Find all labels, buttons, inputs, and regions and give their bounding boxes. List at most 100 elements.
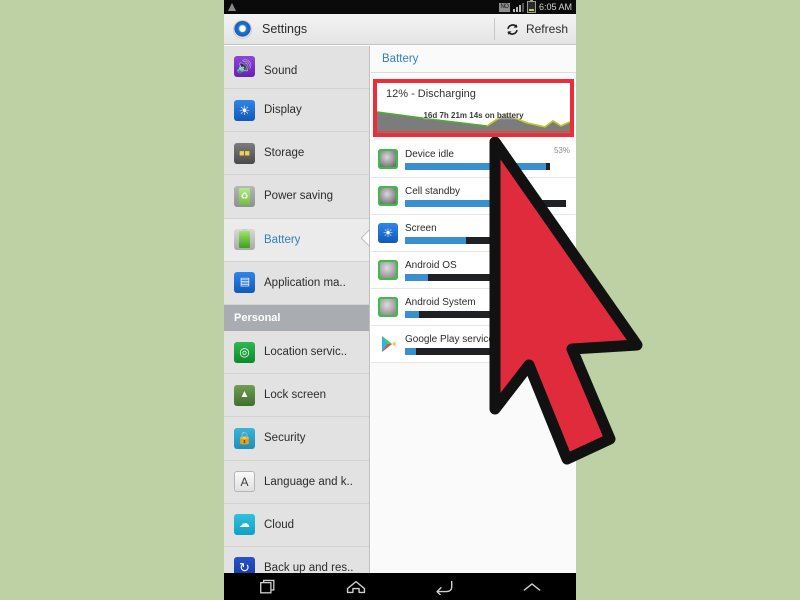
usage-body: Android System <box>405 297 566 318</box>
home-button[interactable] <box>334 576 378 598</box>
refresh-icon <box>507 23 518 35</box>
signal-bars-icon <box>512 2 524 12</box>
usage-body: Screen <box>405 223 566 244</box>
sidebar-section-personal: Personal <box>224 304 369 331</box>
usage-bar <box>405 199 566 207</box>
back-icon <box>436 580 453 595</box>
brightness-icon: ☀ <box>234 99 255 121</box>
sidebar-item-security[interactable]: 🔒 Security <box>224 417 369 461</box>
list-item[interactable]: Android System <box>371 289 576 326</box>
sidebar-item-label: Storage <box>264 147 305 160</box>
action-bar: Settings Refresh <box>224 14 576 45</box>
usage-body: Cell standby <box>405 186 566 207</box>
up-button[interactable] <box>510 576 554 598</box>
status-bar-left <box>224 3 499 11</box>
list-item[interactable]: Google Play services <box>371 326 576 363</box>
usage-name: Google Play services <box>405 333 499 345</box>
sidebar-item-language-and-keyboard[interactable]: A Language and k.. <box>224 461 369 504</box>
sidebar-item-label: Application ma.. <box>264 276 346 289</box>
sidebar-item-application-manager[interactable]: ▤ Application ma.. <box>224 262 369 305</box>
android-power-icon <box>378 149 398 169</box>
red-highlight-box <box>373 79 574 137</box>
settings-sidebar[interactable]: 🔊 Sound ☀ Display ■■ Storage ♻ Power sav… <box>224 46 370 573</box>
refresh-button[interactable]: Refresh <box>493 18 568 40</box>
status-bar: NO 6:05 AM <box>224 0 576 14</box>
sidebar-item-storage[interactable]: ■■ Storage <box>224 132 369 176</box>
sidebar-item-cloud[interactable]: ☁ Cloud <box>224 504 369 547</box>
list-item[interactable]: ☀ Screen <box>371 215 576 252</box>
list-item[interactable]: Device idle 53% <box>371 141 576 178</box>
usage-percent: 53% <box>553 146 570 155</box>
letter-a-icon: A <box>234 471 255 493</box>
usage-body: Device idle <box>405 149 550 170</box>
detail-header-label: Battery <box>382 53 419 65</box>
usage-bar <box>405 273 566 281</box>
sidebar-item-label: Security <box>264 432 306 445</box>
sidebar-item-label: Display <box>264 104 302 117</box>
lock-screen-icon: ▲ <box>234 384 255 406</box>
sidebar-item-lock-screen[interactable]: ▲ Lock screen <box>224 374 369 418</box>
no-sim-icon: NO <box>498 2 510 12</box>
usage-body: Google Play services <box>405 334 566 355</box>
page-title: Settings <box>262 22 308 36</box>
padlock-icon: 🔒 <box>234 427 255 449</box>
location-target-icon: ◎ <box>234 341 255 363</box>
recents-button[interactable] <box>246 576 290 598</box>
sidebar-item-location-services[interactable]: ◎ Location servic.. <box>224 331 369 375</box>
selection-indicator <box>361 229 369 251</box>
warning-triangle-icon <box>228 3 236 11</box>
settings-gear-icon <box>233 19 252 39</box>
chevron-up-icon <box>523 582 541 591</box>
sidebar-item-label: Language and k.. <box>264 475 353 488</box>
detail-header: Battery <box>371 46 576 73</box>
cloud-icon: ☁ <box>234 514 255 536</box>
usage-bar <box>405 236 566 244</box>
apps-grid-icon: ▤ <box>234 272 255 294</box>
sidebar-item-label: Battery <box>264 233 301 246</box>
phone-screen: NO 6:05 AM Settings Refresh 🔊 Sound ☀ Di… <box>224 0 576 600</box>
sd-card-icon: ■■ <box>234 142 255 164</box>
battery-icon <box>234 229 255 251</box>
usage-name: Screen <box>405 222 437 234</box>
usage-name: Android OS <box>405 259 457 271</box>
sidebar-item-battery[interactable]: Battery <box>224 218 369 262</box>
usage-bar <box>405 162 550 170</box>
sidebar-item-label: Sound <box>264 65 298 77</box>
status-bar-clock: 6:05 AM <box>538 2 572 12</box>
usage-bar <box>405 347 566 355</box>
speaker-icon: 🔊 <box>234 56 255 77</box>
sidebar-item-label: Back up and res.. <box>264 561 354 573</box>
android-signal-icon <box>378 186 398 206</box>
usage-name: Cell standby <box>405 185 461 197</box>
sidebar-item-display[interactable]: ☀ Display <box>224 89 369 133</box>
sidebar-item-label: Cloud <box>264 518 295 531</box>
recents-icon <box>260 579 275 593</box>
battery-detail-panel: Battery 12% - Discharging 16d 7h 21m 14s… <box>371 46 576 573</box>
usage-bar <box>405 310 566 318</box>
sidebar-item-label: Location servic.. <box>264 346 348 359</box>
sidebar-item-label: Lock screen <box>264 389 327 402</box>
power-saving-battery-icon: ♻ <box>234 185 255 207</box>
android-icon <box>378 297 398 317</box>
battery-icon <box>526 0 536 13</box>
refresh-label: Refresh <box>525 22 568 36</box>
sidebar-item-sound[interactable]: 🔊 Sound <box>224 46 369 89</box>
status-bar-right: NO 6:05 AM <box>498 0 576 13</box>
battery-usage-list: Device idle 53% Cell standby ☀ Screen An… <box>371 141 576 573</box>
navigation-bar <box>224 573 576 600</box>
android-icon <box>378 260 398 280</box>
sidebar-item-power-saving[interactable]: ♻ Power saving <box>224 175 369 219</box>
list-item[interactable]: Cell standby <box>371 178 576 215</box>
sidebar-section-label: Personal <box>234 311 281 324</box>
sidebar-item-backup-and-reset[interactable]: ↻ Back up and res.. <box>224 547 369 573</box>
home-icon <box>346 580 366 593</box>
usage-name: Device idle <box>405 148 454 160</box>
usage-name: Android System <box>405 296 476 308</box>
brightness-icon: ☀ <box>378 223 398 243</box>
list-item[interactable]: Android OS <box>371 252 576 289</box>
google-play-icon <box>378 334 398 354</box>
backup-restore-icon: ↻ <box>234 557 255 573</box>
back-button[interactable] <box>422 576 466 598</box>
usage-body: Android OS <box>405 260 566 281</box>
sidebar-item-label: Power saving <box>264 190 334 203</box>
